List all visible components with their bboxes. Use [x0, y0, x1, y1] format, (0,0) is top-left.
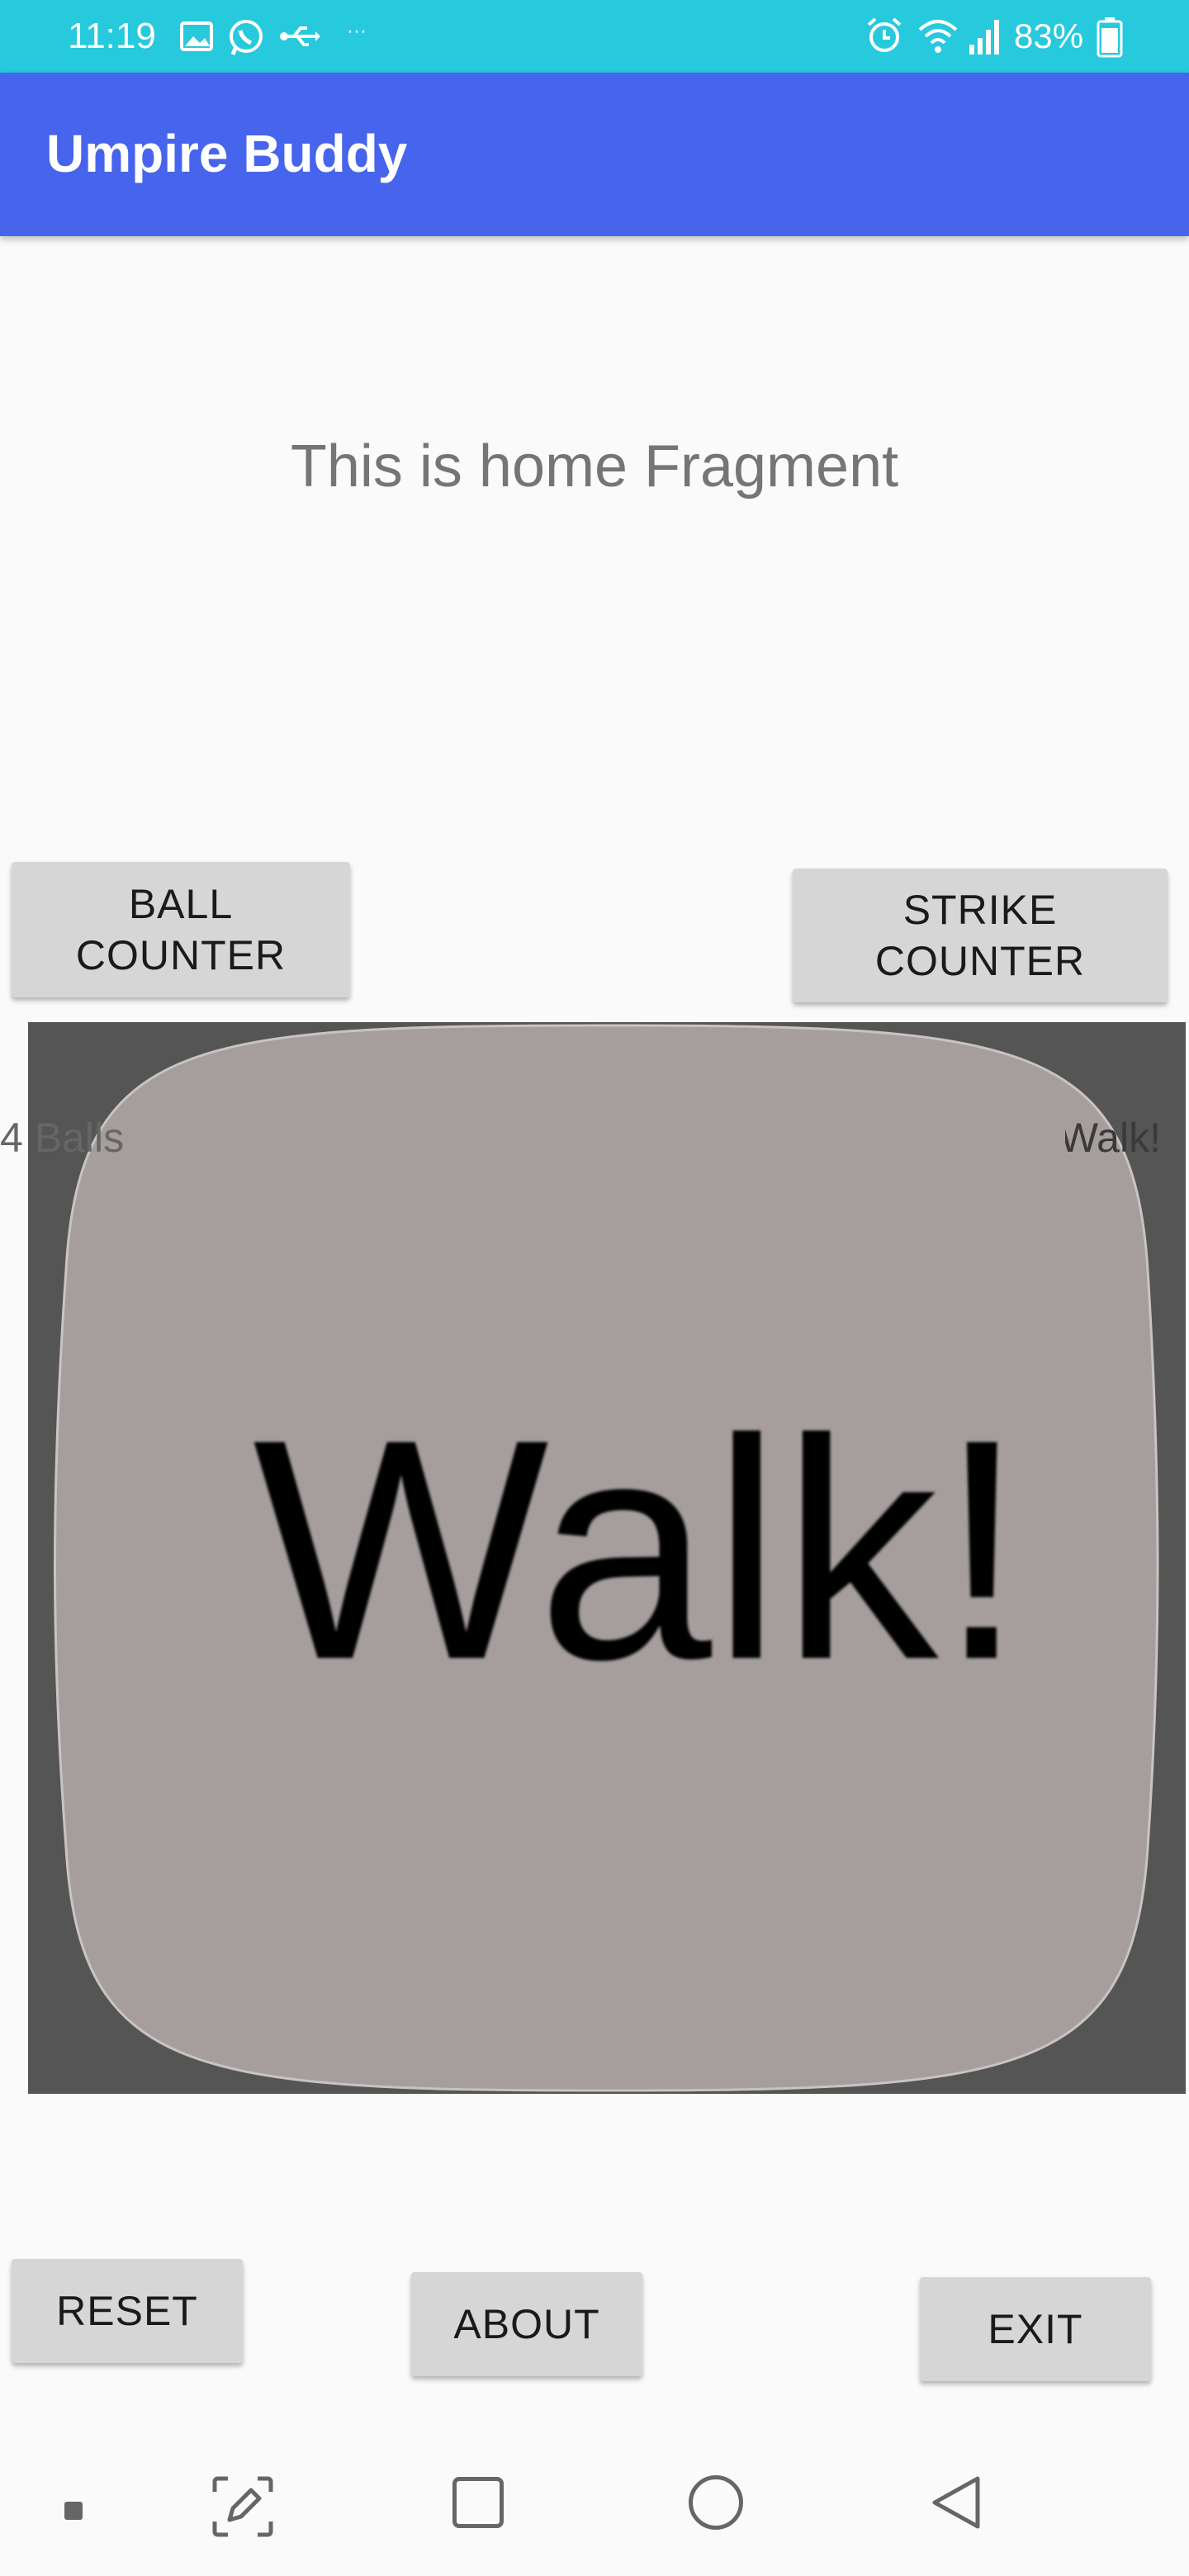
alarm-icon — [867, 17, 902, 52]
exit-label: EXIT — [988, 2306, 1083, 2352]
status-bar: 11:19 ··· 83% — [0, 0, 1189, 73]
battery-percent: 83% — [1014, 17, 1084, 55]
balls-count-text: 4 Balls — [0, 1115, 125, 1161]
ball-counter-button[interactable]: BALL COUNTER — [12, 862, 350, 997]
status-time: 11:19 — [68, 16, 156, 56]
navigation-bar — [0, 2427, 1189, 2576]
about-label: ABOUT — [453, 2301, 600, 2347]
ball-counter-label: BALL COUNTER — [75, 881, 287, 978]
app-bar: Umpire Buddy — [0, 73, 1189, 236]
small-square-icon[interactable] — [64, 2502, 83, 2520]
strike-counter-label: STRIKE COUNTER — [874, 887, 1086, 984]
recents-icon[interactable] — [452, 2477, 504, 2528]
home-icon[interactable] — [689, 2475, 743, 2530]
whatsapp-icon — [230, 20, 263, 55]
walk-image-text: Walk! — [253, 1374, 1026, 1725]
walk-image-graphic: Walk! — [54, 1024, 1159, 2092]
usb-icon — [280, 26, 320, 46]
home-fragment-text: This is home Fragment — [290, 433, 899, 500]
strike-counter-button[interactable]: STRIKE COUNTER — [793, 869, 1168, 1002]
screenshot-edit-icon[interactable] — [211, 2475, 274, 2538]
more-dots-icon: ··· — [347, 20, 367, 42]
image-icon — [180, 21, 213, 51]
app-title: Umpire Buddy — [46, 124, 408, 183]
wifi-icon — [918, 20, 958, 53]
walk-overlay-clip: Walk! — [1065, 1113, 1161, 1163]
exit-button[interactable]: EXIT — [920, 2277, 1151, 2381]
signal-icon — [969, 20, 999, 54]
walk-status-text: Walk! — [1065, 1115, 1161, 1161]
battery-icon — [1097, 17, 1123, 58]
reset-label: RESET — [56, 2288, 198, 2334]
walk-image: Walk! — [28, 1022, 1186, 2094]
reset-button[interactable]: RESET — [12, 2259, 243, 2363]
about-button[interactable]: ABOUT — [411, 2272, 642, 2376]
back-icon[interactable] — [928, 2474, 983, 2531]
